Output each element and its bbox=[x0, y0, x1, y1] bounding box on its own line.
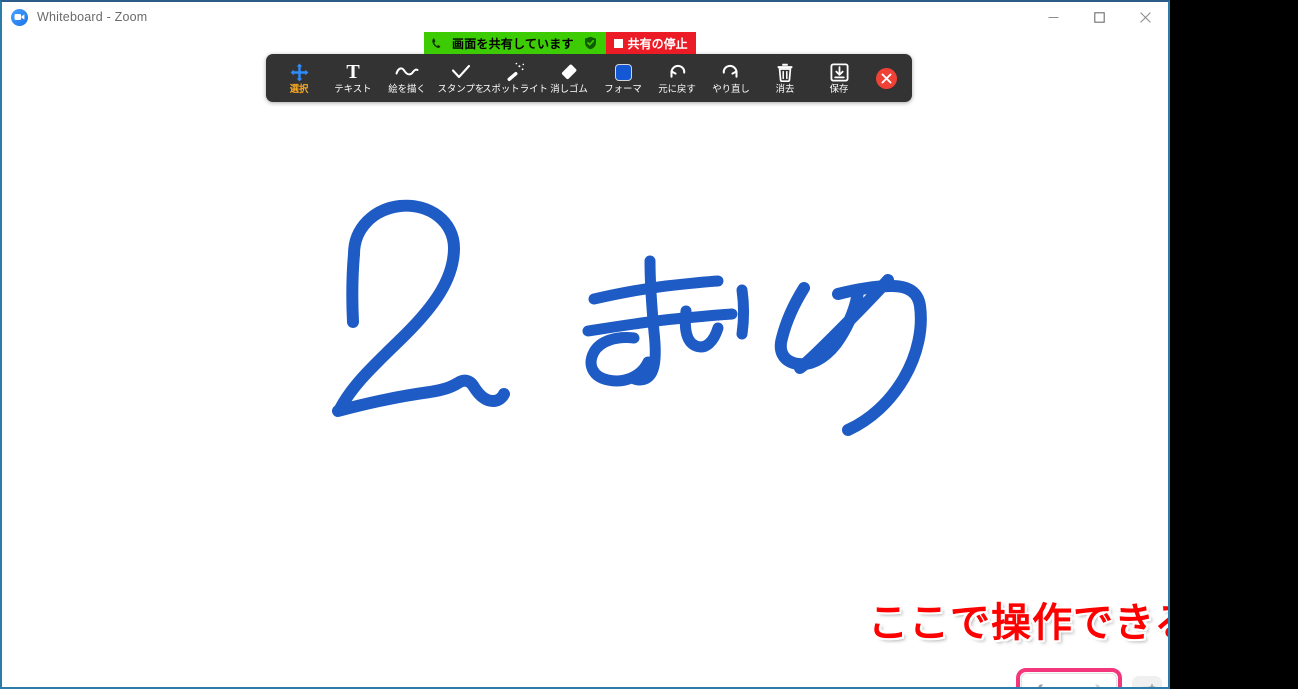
checkmark-icon bbox=[451, 62, 471, 83]
tool-select-label: 選択 bbox=[289, 83, 309, 95]
screen-share-banner: 画面を共有しています 共有の停止 bbox=[424, 32, 696, 54]
share-status-bar: 画面を共有しています bbox=[424, 32, 606, 54]
stroke-ma-second bbox=[582, 308, 738, 337]
tool-redo[interactable]: やり直し bbox=[704, 56, 758, 100]
tool-text-label: テキスト bbox=[334, 83, 372, 95]
wave-line-icon bbox=[395, 62, 419, 83]
whiteboard-canvas[interactable]: ここで操作できる ❮ 2 ❯ bbox=[2, 32, 1168, 687]
stop-square-icon bbox=[613, 38, 623, 48]
save-download-icon bbox=[829, 62, 849, 83]
page-nav-highlight-box: ❮ 2 ❯ bbox=[1016, 668, 1122, 687]
stop-sharing-button[interactable]: 共有の停止 bbox=[605, 32, 696, 54]
tool-format-label: フォーマ bbox=[604, 83, 642, 95]
tool-undo-label: 元に戻す bbox=[658, 83, 696, 95]
tool-text[interactable]: T テキスト bbox=[326, 56, 380, 100]
tool-clear-label: 消去 bbox=[775, 83, 795, 95]
close-button[interactable] bbox=[1122, 2, 1168, 32]
stroke-ma-vertical bbox=[626, 255, 661, 386]
text-t-icon: T bbox=[346, 61, 360, 83]
tool-eraser[interactable]: 消しゴム bbox=[542, 56, 596, 100]
minimize-button[interactable] bbox=[1030, 2, 1076, 32]
page-navigator[interactable]: ❮ 2 ❯ bbox=[1021, 673, 1117, 687]
undo-icon bbox=[667, 62, 687, 83]
chevron-right-icon[interactable]: ❯ bbox=[1092, 684, 1106, 688]
stroke-i-left bbox=[679, 305, 724, 353]
screen: Whiteboard - Zoom ここで操作できる 画面を共有しています 共有… bbox=[0, 0, 1298, 689]
window-title: Whiteboard - Zoom bbox=[37, 10, 148, 24]
stroke-digit-two-base bbox=[332, 374, 510, 417]
stroke-me-slash bbox=[794, 274, 894, 374]
stroke-ma-loop bbox=[585, 332, 654, 387]
tool-eraser-label: 消しゴム bbox=[550, 83, 588, 95]
tool-redo-label: やり直し bbox=[712, 83, 750, 95]
tool-spotlight-label: スポットライト bbox=[482, 83, 548, 95]
title-bar-left: Whiteboard - Zoom bbox=[2, 8, 148, 26]
zoom-camera-icon bbox=[11, 8, 28, 26]
tool-draw-label: 絵を描く bbox=[388, 83, 426, 95]
toolbar-close-button[interactable] bbox=[866, 56, 906, 100]
tool-spotlight[interactable]: スポットライト bbox=[482, 56, 548, 100]
eraser-icon bbox=[559, 62, 579, 83]
spotlight-wand-icon bbox=[505, 62, 525, 83]
redo-icon bbox=[721, 62, 741, 83]
window-controls bbox=[1030, 2, 1168, 32]
stroke-ma-top bbox=[588, 275, 724, 305]
tool-draw[interactable]: 絵を描く bbox=[380, 56, 434, 100]
annotation-caption: ここで操作できる bbox=[868, 601, 1168, 645]
shield-check-icon[interactable] bbox=[584, 36, 597, 50]
page-number: 2 bbox=[1065, 684, 1072, 688]
page-navigation-area: ❮ 2 ❯ bbox=[1016, 668, 1162, 687]
phone-icon bbox=[431, 37, 442, 49]
tool-format[interactable]: フォーマ bbox=[596, 56, 650, 100]
chevron-left-icon[interactable]: ❮ bbox=[1032, 684, 1046, 688]
tool-stamp[interactable]: スタンプを bbox=[434, 56, 488, 100]
close-circle-icon bbox=[875, 67, 897, 89]
stroke-me-left-loop bbox=[774, 282, 864, 371]
tool-clear[interactable]: 消去 bbox=[758, 56, 812, 100]
stroke-digit-two-curve bbox=[334, 199, 460, 415]
share-status-text: 画面を共有しています bbox=[452, 36, 574, 51]
maximize-button[interactable] bbox=[1076, 2, 1122, 32]
tool-stamp-label: スタンプを bbox=[437, 83, 485, 95]
tool-save[interactable]: 保存 bbox=[812, 56, 866, 100]
annotation-toolbar: 選択 T テキスト 絵を描く スタンプを スポットライト 消しゴム フォーマ 元… bbox=[266, 54, 912, 102]
move-arrows-icon bbox=[290, 62, 309, 83]
add-page-icon[interactable] bbox=[1132, 676, 1162, 687]
stroke-i-right bbox=[736, 284, 749, 340]
tool-select[interactable]: 選択 bbox=[272, 56, 326, 100]
tool-undo[interactable]: 元に戻す bbox=[650, 56, 704, 100]
format-swatch-icon bbox=[614, 62, 632, 83]
ink-strokes bbox=[332, 199, 927, 436]
trash-icon bbox=[776, 62, 794, 83]
stop-sharing-label: 共有の停止 bbox=[627, 36, 688, 51]
title-bar: Whiteboard - Zoom bbox=[2, 2, 1168, 32]
zoom-whiteboard-window: Whiteboard - Zoom ここで操作できる 画面を共有しています 共有… bbox=[0, 0, 1170, 689]
tool-save-label: 保存 bbox=[829, 83, 849, 95]
stroke-me-right bbox=[832, 280, 927, 436]
